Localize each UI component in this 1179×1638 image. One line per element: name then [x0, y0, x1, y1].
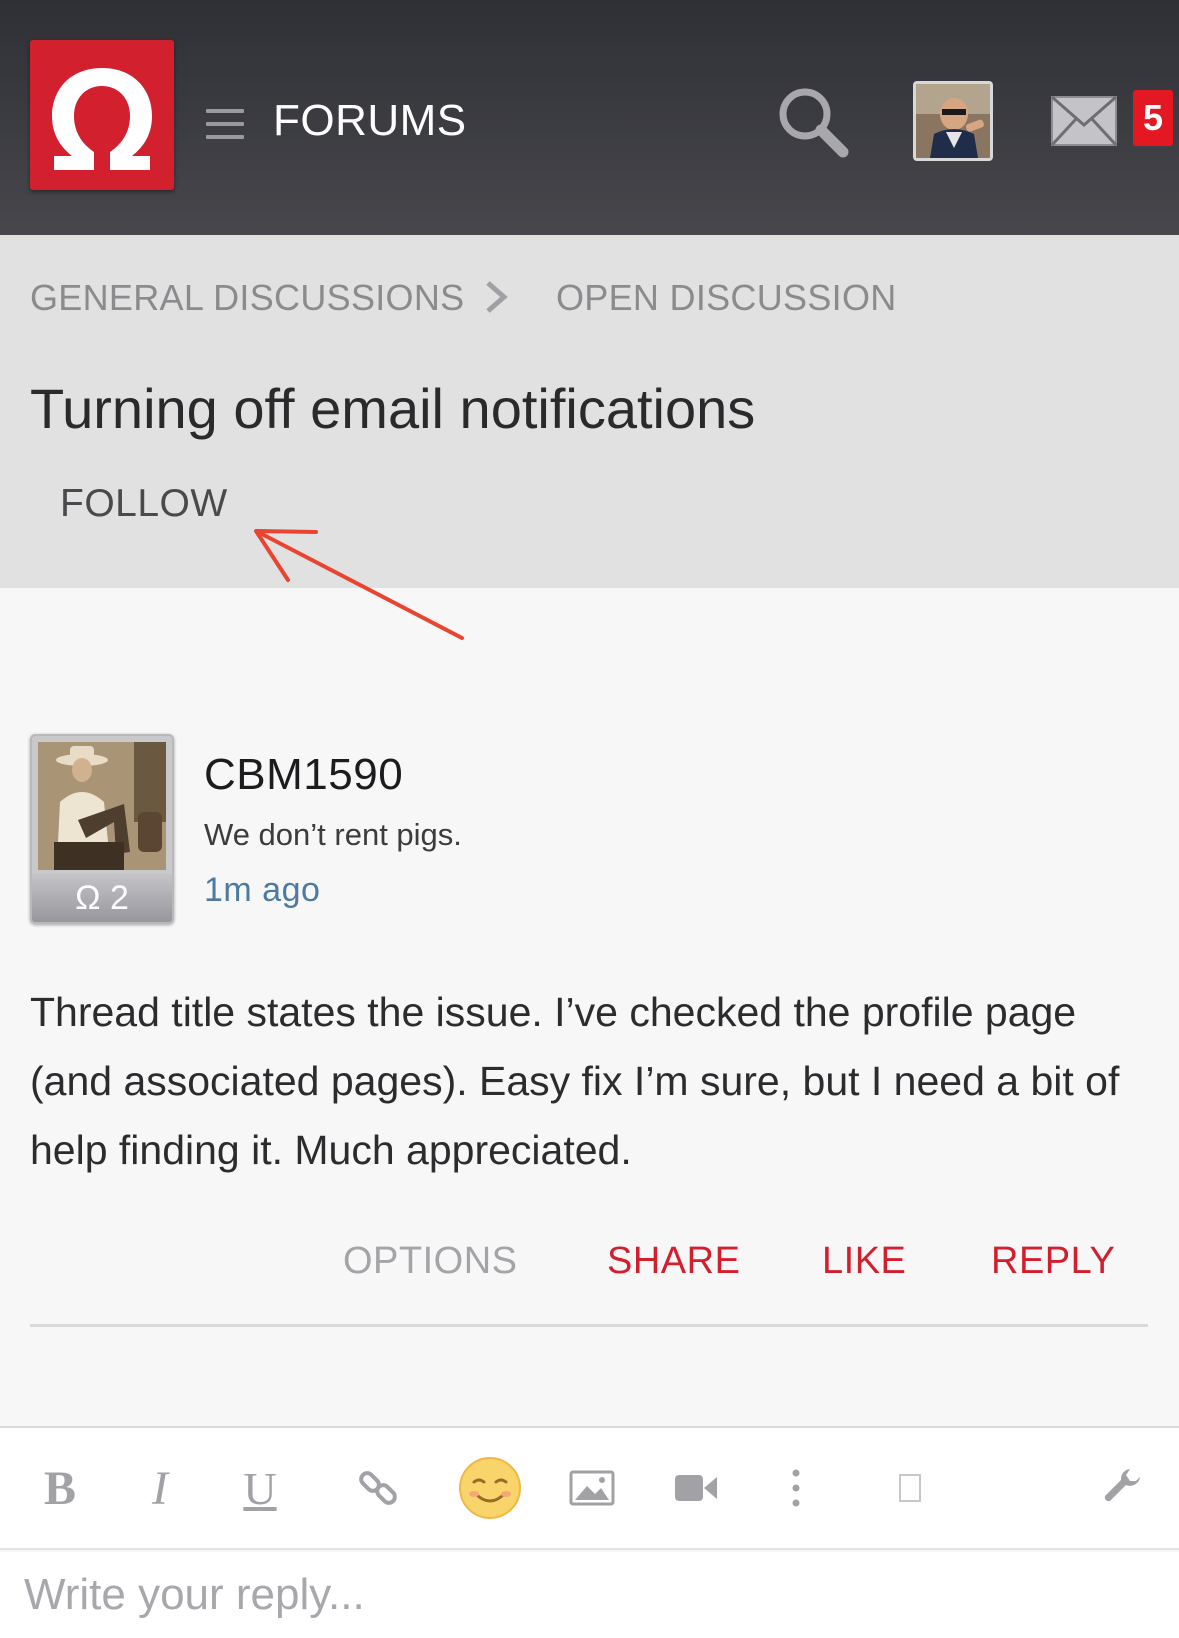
user-avatar[interactable]: [913, 81, 993, 161]
post-author-avatar[interactable]: Ω 2: [30, 734, 174, 924]
chevron-right-icon: [482, 277, 512, 317]
post-body: Thread title states the issue. I’ve chec…: [30, 989, 1120, 1173]
editor-toolbar: B I U: [0, 1426, 1179, 1550]
breadcrumb-open-discussion[interactable]: OPEN DISCUSSION: [556, 277, 897, 319]
author-photo: [38, 742, 166, 870]
like-button[interactable]: LIKE: [822, 1240, 906, 1283]
top-bar: FORUMS 5: [0, 0, 1179, 235]
reply-input[interactable]: [0, 1552, 1179, 1638]
post-author-name[interactable]: CBM1590: [204, 750, 403, 800]
video-icon[interactable]: [668, 1428, 724, 1548]
follow-button[interactable]: FOLLOW: [60, 482, 228, 526]
hamburger-icon[interactable]: [206, 109, 244, 139]
notification-badge[interactable]: 5: [1133, 90, 1173, 146]
breadcrumb-general-discussions[interactable]: GENERAL DISCUSSIONS: [30, 277, 464, 319]
more-vertical-icon[interactable]: [776, 1428, 816, 1548]
checkbox-icon[interactable]: [890, 1428, 930, 1548]
link-icon[interactable]: [348, 1428, 408, 1548]
author-rank-badge: Ω 2: [32, 874, 172, 922]
share-button[interactable]: SHARE: [607, 1240, 740, 1283]
italic-button[interactable]: I: [130, 1428, 190, 1548]
bold-button[interactable]: B: [30, 1428, 90, 1548]
forums-title[interactable]: FORUMS: [273, 96, 467, 146]
thread-title: Turning off email notifications: [30, 377, 756, 440]
reply-button[interactable]: REPLY: [991, 1240, 1115, 1283]
underline-button[interactable]: U: [230, 1428, 290, 1548]
omega-logo[interactable]: [30, 40, 174, 190]
annotation-arrow-icon: [250, 520, 470, 645]
post-timestamp[interactable]: 1m ago: [204, 871, 320, 910]
options-button[interactable]: OPTIONS: [343, 1240, 518, 1283]
post-divider: [30, 1324, 1148, 1327]
mail-icon[interactable]: [1050, 95, 1118, 147]
image-icon[interactable]: [564, 1428, 620, 1548]
emoji-icon[interactable]: [455, 1428, 525, 1548]
search-icon[interactable]: [775, 84, 855, 164]
omega-logo-icon: [52, 68, 152, 170]
wrench-icon[interactable]: [1095, 1428, 1151, 1548]
post-author-tagline: We don’t rent pigs.: [204, 817, 462, 852]
